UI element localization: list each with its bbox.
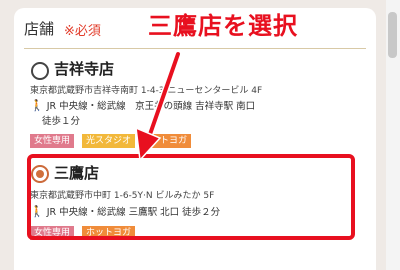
store-access-walk: 徒歩１分	[42, 116, 81, 127]
required-marker: ※必須	[64, 24, 101, 39]
store-option-kichijoji[interactable]: 吉祥寺店 東京都武蔵野市吉祥寺南町 1-4-3 ニューセンタービル 4F 🚶 JR…	[24, 48, 366, 153]
scrollbar-thumb[interactable]	[388, 12, 397, 58]
radio-kichijoji[interactable]	[31, 62, 49, 80]
annotation-label: 三鷹店を選択	[148, 12, 298, 40]
tag-women-only: 女性専用	[30, 134, 75, 148]
tag-light-studio: 光スタジオ	[82, 134, 136, 148]
walking-person-icon: 🚶	[30, 99, 44, 112]
store-name: 吉祥寺店	[54, 60, 115, 78]
tag-hot-yoga: ホットヨガ	[138, 134, 192, 148]
store-section-title: 店舗	[24, 20, 55, 38]
selection-highlight-box	[27, 154, 355, 240]
store-access: 🚶 JR 中央線・総武線 京王井の頭線 吉祥寺駅 南口	[30, 99, 256, 112]
store-address: 東京都武蔵野市吉祥寺南町 1-4-3 ニューセンタービル 4F	[30, 86, 263, 96]
